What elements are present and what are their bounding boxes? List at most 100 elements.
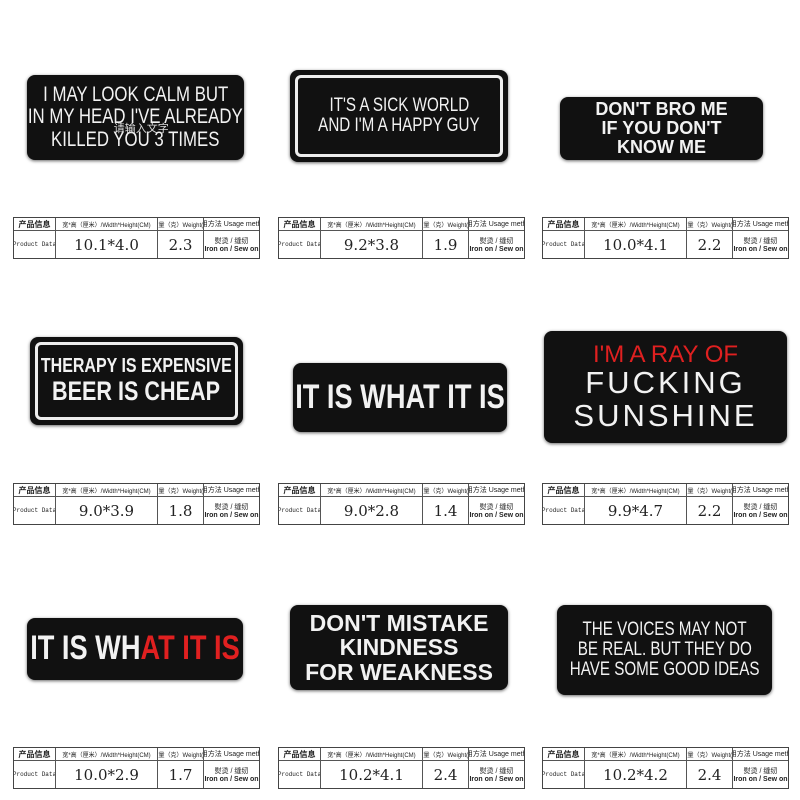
product-data-table: 产品信息 宽*高（厘米）/Width*Height(CM) 重量（克）Weigh… bbox=[542, 217, 789, 259]
product-info-label: 产品信息 bbox=[14, 748, 56, 761]
usage-value: 熨烫 / 缝纫 Iron on / Sew on bbox=[204, 497, 259, 524]
usage-en: Iron on / Sew on bbox=[469, 512, 524, 519]
product-data-table: 产品信息 宽*高（厘米）/Width*Height(CM) 重量（克）Weigh… bbox=[13, 217, 260, 259]
usage-value: 熨烫 / 缝纫 Iron on / Sew on bbox=[469, 231, 524, 258]
patch-text: AND I'M A HAPPY GUY bbox=[318, 115, 480, 136]
size-value: 10.2*4.1 bbox=[321, 761, 423, 788]
size-value: 9.0*2.8 bbox=[321, 497, 423, 524]
usage-value: 熨烫 / 缝纫 Iron on / Sew on bbox=[469, 497, 524, 524]
weight-value: 2.3 bbox=[158, 231, 204, 258]
usage-en: Iron on / Sew on bbox=[204, 512, 259, 519]
product-info-label: 产品信息 bbox=[543, 748, 585, 761]
patch-text: I'M A RAY OF bbox=[592, 340, 739, 368]
patch-text: DON'T MISTAKE bbox=[309, 610, 489, 637]
size-header: 宽*高（厘米）/Width*Height(CM) bbox=[56, 748, 158, 761]
patch-6: I'M A RAY OF FUCKING SUNSHINE bbox=[544, 331, 787, 443]
usage-cn: 熨烫 / 缝纫 bbox=[214, 768, 249, 775]
patch-text: FUCKING bbox=[585, 365, 746, 401]
product-info-label: 产品信息 bbox=[14, 484, 56, 497]
product-data-table: 产品信息 宽*高（厘米）/Width*Height(CM) 重量（克）Weigh… bbox=[542, 747, 789, 789]
weight-value: 1.7 bbox=[158, 761, 204, 788]
weight-value: 2.4 bbox=[423, 761, 469, 788]
size-value: 9.9*4.7 bbox=[585, 497, 687, 524]
usage-en: Iron on / Sew on bbox=[733, 246, 788, 253]
usage-header: 使用方法 Usage method bbox=[733, 748, 788, 761]
product-data-label: Product Data bbox=[14, 761, 56, 788]
usage-cn: 熨烫 / 缝纫 bbox=[743, 504, 778, 511]
product-info-label: 产品信息 bbox=[543, 218, 585, 231]
usage-cn: 熨烫 / 缝纫 bbox=[479, 238, 514, 245]
weight-header: 重量（克）Weight(g) bbox=[423, 484, 469, 497]
patch-text: IT IS WHAT IT IS bbox=[295, 377, 505, 416]
patch-2: IT'S A SICK WORLD AND I'M A HAPPY GUY bbox=[290, 70, 508, 162]
weight-value: 1.9 bbox=[423, 231, 469, 258]
patch-9: THE VOICES MAY NOT BE REAL. BUT THEY DO … bbox=[557, 605, 772, 695]
product-data-label: Product Data bbox=[279, 497, 321, 524]
weight-header: 重量（克）Weight(g) bbox=[687, 484, 733, 497]
weight-header: 重量（克）Weight(g) bbox=[423, 748, 469, 761]
product-data-table: 产品信息 宽*高（厘米）/Width*Height(CM) 重量（克）Weigh… bbox=[278, 747, 525, 789]
usage-cn: 熨烫 / 缝纫 bbox=[479, 768, 514, 775]
usage-cn: 熨烫 / 缝纫 bbox=[479, 504, 514, 511]
patch-8: DON'T MISTAKE KINDNESS FOR WEAKNESS bbox=[290, 605, 508, 690]
usage-header: 使用方法 Usage method bbox=[204, 748, 259, 761]
watermark: 请输入文字 bbox=[113, 123, 169, 136]
weight-header: 重量（克）Weight(g) bbox=[687, 218, 733, 231]
usage-en: Iron on / Sew on bbox=[204, 776, 259, 783]
patch-text: THERAPY IS EXPENSIVE bbox=[41, 355, 232, 378]
patch-4: THERAPY IS EXPENSIVE BEER IS CHEAP bbox=[30, 337, 243, 425]
patch-text: KNOW ME bbox=[617, 136, 706, 157]
size-header: 宽*高（厘米）/Width*Height(CM) bbox=[56, 484, 158, 497]
size-value: 10.1*4.0 bbox=[56, 231, 158, 258]
product-data-label: Product Data bbox=[279, 761, 321, 788]
usage-header: 使用方法 Usage method bbox=[733, 484, 788, 497]
usage-cn: 熨烫 / 缝纫 bbox=[743, 768, 778, 775]
usage-value: 熨烫 / 缝纫 Iron on / Sew on bbox=[204, 761, 259, 788]
size-header: 宽*高（厘米）/Width*Height(CM) bbox=[585, 218, 687, 231]
size-value: 10.2*4.2 bbox=[585, 761, 687, 788]
weight-value: 2.2 bbox=[687, 231, 733, 258]
patch-3: DON'T BRO ME IF YOU DON'T KNOW ME bbox=[560, 97, 763, 160]
product-info-label: 产品信息 bbox=[279, 218, 321, 231]
product-data-label: Product Data bbox=[543, 497, 585, 524]
product-data-table: 产品信息 宽*高（厘米）/Width*Height(CM) 重量（克）Weigh… bbox=[13, 747, 260, 789]
patch-text: BE REAL. BUT THEY DO bbox=[577, 639, 752, 661]
usage-value: 熨烫 / 缝纫 Iron on / Sew on bbox=[469, 761, 524, 788]
product-data-table: 产品信息 宽*高（厘米）/Width*Height(CM) 重量（克）Weigh… bbox=[542, 483, 789, 525]
product-info-label: 产品信息 bbox=[279, 484, 321, 497]
patch-text: BEER IS CHEAP bbox=[52, 376, 221, 407]
product-info-label: 产品信息 bbox=[14, 218, 56, 231]
usage-value: 熨烫 / 缝纫 Iron on / Sew on bbox=[204, 231, 259, 258]
patch-text-line: IT IS WH AT IT IS bbox=[30, 630, 240, 667]
usage-value: 熨烫 / 缝纫 Iron on / Sew on bbox=[733, 761, 788, 788]
patch-text: FOR WEAKNESS bbox=[305, 658, 493, 685]
usage-en: Iron on / Sew on bbox=[733, 776, 788, 783]
product-data-label: Product Data bbox=[14, 497, 56, 524]
weight-header: 重量（克）Weight(g) bbox=[158, 748, 204, 761]
product-data-table: 产品信息 宽*高（厘米）/Width*Height(CM) 重量（克）Weigh… bbox=[278, 217, 525, 259]
usage-header: 使用方法 Usage method bbox=[204, 484, 259, 497]
product-data-table: 产品信息 宽*高（厘米）/Width*Height(CM) 重量（克）Weigh… bbox=[13, 483, 260, 525]
usage-header: 使用方法 Usage method bbox=[469, 484, 524, 497]
product-data-label: Product Data bbox=[279, 231, 321, 258]
weight-value: 1.4 bbox=[423, 497, 469, 524]
patch-7: IT IS WH AT IT IS bbox=[27, 618, 243, 680]
size-value: 10.0*2.9 bbox=[56, 761, 158, 788]
patch-text: THE VOICES MAY NOT bbox=[582, 619, 747, 641]
size-header: 宽*高（厘米）/Width*Height(CM) bbox=[321, 484, 423, 497]
product-info-label: 产品信息 bbox=[543, 484, 585, 497]
weight-value: 2.2 bbox=[687, 497, 733, 524]
usage-cn: 熨烫 / 缝纫 bbox=[743, 238, 778, 245]
weight-header: 重量（克）Weight(g) bbox=[158, 218, 204, 231]
patch-1: I MAY LOOK CALM BUT IN MY HEAD I'VE ALRE… bbox=[27, 75, 244, 160]
weight-value: 1.8 bbox=[158, 497, 204, 524]
patch-text: IT'S A SICK WORLD bbox=[329, 95, 469, 117]
size-header: 宽*高（厘米）/Width*Height(CM) bbox=[585, 748, 687, 761]
product-data-label: Product Data bbox=[543, 231, 585, 258]
size-header: 宽*高（厘米）/Width*Height(CM) bbox=[56, 218, 158, 231]
patch-text: DON'T BRO ME bbox=[595, 99, 728, 120]
usage-en: Iron on / Sew on bbox=[469, 246, 524, 253]
weight-value: 2.4 bbox=[687, 761, 733, 788]
weight-header: 重量（克）Weight(g) bbox=[423, 218, 469, 231]
product-info-label: 产品信息 bbox=[279, 748, 321, 761]
